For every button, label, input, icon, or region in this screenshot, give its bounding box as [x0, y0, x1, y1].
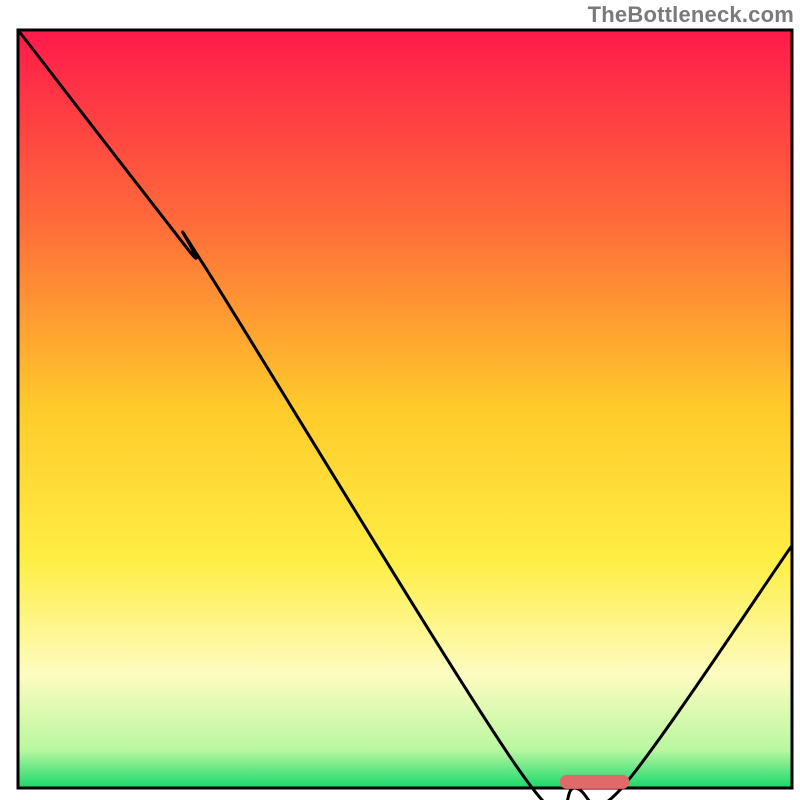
optimal-range-marker [560, 775, 630, 789]
bottleneck-chart [0, 0, 800, 800]
chart-stage: TheBottleneck.com [0, 0, 800, 800]
gradient-background [18, 30, 792, 788]
